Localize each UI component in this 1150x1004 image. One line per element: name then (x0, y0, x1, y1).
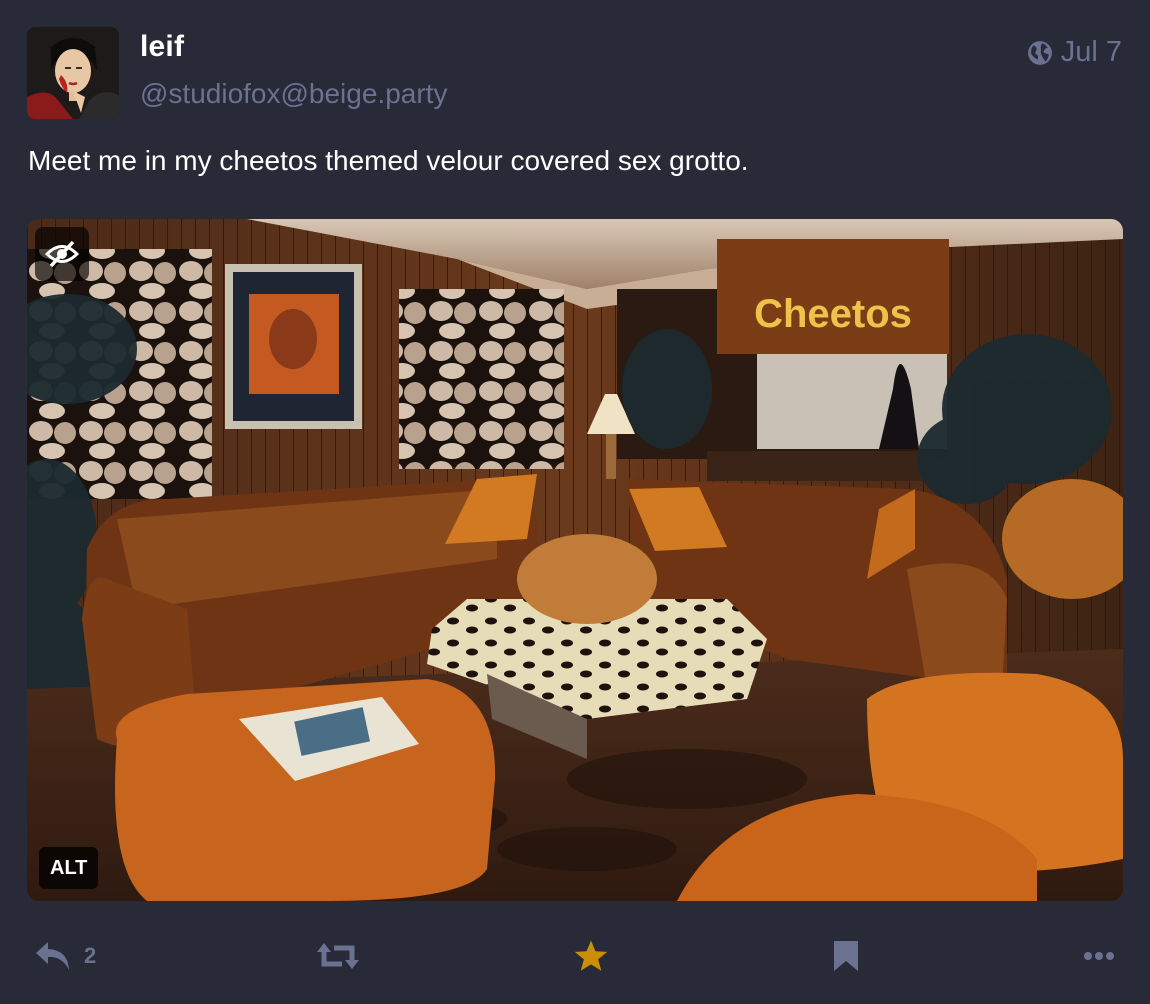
boost-icon (317, 943, 359, 969)
alt-text-badge[interactable]: ALT (39, 847, 99, 889)
status-post: leif @studiofox@beige.party Jul 7 Meet m… (0, 0, 1150, 1004)
post-timestamp[interactable]: Jul 7 (1027, 36, 1122, 69)
reply-button[interactable]: 2 (34, 932, 96, 980)
timestamp-label: Jul 7 (1060, 36, 1122, 68)
avatar[interactable] (27, 27, 119, 119)
reply-icon (36, 942, 69, 970)
media-attachment[interactable]: Cheetos ALT (27, 219, 1123, 901)
boost-button[interactable] (316, 932, 360, 980)
reply-count: 2 (84, 943, 97, 968)
eye-slash-icon (45, 240, 79, 268)
cheetos-sign: Cheetos (754, 292, 912, 336)
bookmark-button[interactable] (832, 932, 860, 980)
globe-icon (1027, 40, 1052, 65)
post-content: Meet me in my cheetos themed velour cove… (28, 145, 749, 176)
more-options-button[interactable] (1083, 932, 1115, 980)
display-name[interactable]: leif (140, 30, 184, 64)
ellipsis-icon (1084, 952, 1114, 960)
account-handle[interactable]: @studiofox@beige.party (140, 78, 447, 110)
media-image: Cheetos (27, 219, 1123, 901)
action-bar: 2 (0, 932, 1150, 980)
star-icon (574, 940, 608, 971)
favourite-button[interactable] (573, 932, 609, 980)
bookmark-icon (834, 941, 858, 971)
avatar-image (27, 27, 119, 119)
hide-media-button[interactable] (35, 227, 89, 281)
